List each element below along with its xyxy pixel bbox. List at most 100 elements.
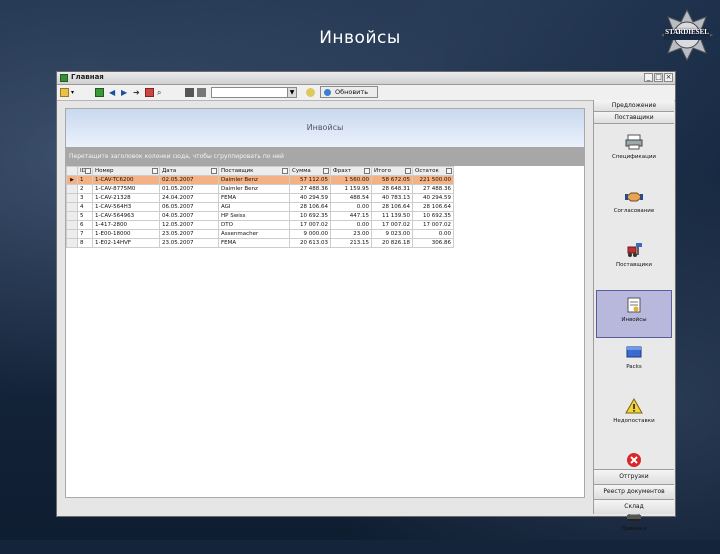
toolbar-combo[interactable]: ▼: [211, 87, 297, 98]
sidebar-item[interactable]: Инвойсы: [596, 290, 672, 338]
sidebar-item-label: Спецификации: [612, 154, 656, 160]
table-cell: 7: [77, 229, 93, 239]
filter-icon[interactable]: [323, 168, 329, 174]
maximize-button[interactable]: □: [654, 73, 663, 82]
invoices-table: ID Номер Дата Поставщик Сумма Фрахт Итого Остат…: [66, 166, 454, 248]
forward-arrow-icon[interactable]: ▶: [121, 88, 130, 97]
filter-icon[interactable]: [364, 168, 370, 174]
table-row[interactable]: 7 1-E00-18000 23.05.2007 Assenmacher 9 000.0…: [66, 229, 454, 239]
refresh-button[interactable]: Обновить: [320, 86, 378, 98]
current-row-indicator-icon[interactable]: ▶: [66, 175, 78, 185]
column-header[interactable]: Дата: [159, 166, 219, 176]
table-header-row: ID Номер Дата Поставщик Сумма Фрахт Итого Остат…: [66, 166, 454, 176]
back-arrow-icon[interactable]: ◀: [109, 88, 118, 97]
warning-icon: [625, 397, 643, 414]
record-icon[interactable]: [145, 88, 154, 97]
column-header[interactable]: Номер: [92, 166, 160, 176]
sidebar-item[interactable]: Согласование: [594, 188, 674, 236]
hint-icon[interactable]: [306, 88, 315, 97]
sidebar-tab-shipments[interactable]: Отгрузки: [594, 469, 674, 484]
table-cell: 5: [77, 211, 93, 221]
sidebar-item-label: Инвойсы: [621, 317, 647, 323]
row-indicator[interactable]: [66, 229, 78, 239]
table-cell: 28 106.64: [412, 202, 454, 212]
table-cell: DTO: [218, 220, 290, 230]
table-row[interactable]: 4 1-CAV-564H3 06.05.2007 AGI 28 106.64 0.00 28…: [66, 202, 454, 212]
table-cell: 24.04.2007: [159, 193, 219, 203]
sidebar-tab-warehouse[interactable]: Склад: [594, 499, 674, 514]
excel-icon[interactable]: [95, 88, 104, 97]
column-header[interactable]: Итого: [371, 166, 413, 176]
window-titlebar: Главная _ □ ×: [57, 72, 675, 85]
row-indicator[interactable]: [66, 202, 78, 212]
search-icon[interactable]: ⌕: [157, 88, 166, 97]
table-cell: 1-417-2800: [92, 220, 160, 230]
table-cell: 20 613.03: [289, 238, 331, 248]
table-row[interactable]: 3 1-CAV-21328 24.04.2007 FEMA 40 294.59 488.5…: [66, 193, 454, 203]
navigation-sidebar: Предложение Поставщики Спецификации Согла…: [593, 100, 674, 532]
toolbar: ▾ ◀ ▶ ➜ ⌕ ▼ Обновить: [57, 85, 675, 101]
table-row[interactable]: ▶ 1 1-CAV-TC6200 02.05.2007 Daimler Benz 57 1…: [66, 175, 454, 185]
table-cell: 3: [77, 193, 93, 203]
invoice-icon: [625, 297, 643, 313]
box-icon: [625, 344, 643, 360]
column-header[interactable]: Поставщик: [218, 166, 290, 176]
nav-arrow-icon[interactable]: ➜: [133, 88, 142, 97]
table-row[interactable]: 6 1-417-2800 12.05.2007 DTO 17 007.02 0.00 17 …: [66, 220, 454, 230]
open-folder-icon[interactable]: [60, 88, 69, 97]
row-indicator-header: [66, 166, 78, 176]
sidebar-item[interactable]: Packs: [594, 344, 674, 392]
table-cell: 40 294.59: [289, 193, 331, 203]
sidebar-tab-suppliers[interactable]: Поставщики: [594, 112, 674, 124]
refresh-icon: [324, 89, 331, 96]
row-indicator[interactable]: [66, 238, 78, 248]
filter-icon[interactable]: [282, 168, 288, 174]
filter-icon[interactable]: [152, 168, 158, 174]
app-window: Главная _ □ × ▾ ◀ ▶ ➜ ⌕ ▼ Обновить Инвой…: [56, 71, 676, 532]
table-cell: HP Swiss: [218, 211, 290, 221]
table-cell: 10 692.35: [289, 211, 331, 221]
chevron-down-icon[interactable]: ▼: [287, 88, 296, 97]
column-header[interactable]: Фрахт: [330, 166, 372, 176]
table-cell: 0.00: [330, 202, 372, 212]
view-icon[interactable]: [185, 88, 194, 97]
table-cell: 0.00: [412, 229, 454, 239]
forklift-icon: [625, 242, 643, 258]
sidebar-item-label: Packs: [626, 364, 642, 370]
printer-icon: [625, 134, 643, 150]
table-cell: 1-CAV-TC6200: [92, 175, 160, 185]
group-by-area[interactable]: Перетащите заголовок колонки сюда, чтобы…: [66, 147, 584, 166]
sidebar-item[interactable]: Поставщики: [594, 242, 674, 290]
filter-icon[interactable]: [211, 168, 217, 174]
dropdown-arrow-icon[interactable]: ▾: [71, 88, 80, 97]
sidebar-item[interactable]: Спецификации: [594, 134, 674, 182]
filter-icon[interactable]: [405, 168, 411, 174]
row-indicator[interactable]: [66, 211, 78, 221]
table-cell: 11 139.50: [371, 211, 413, 221]
document-header: Инвойсы: [66, 109, 584, 147]
table-cell: 27 488.36: [289, 184, 331, 194]
table-row[interactable]: 2 1-CAV-8775M0 01.05.2007 Daimler Benz 27 48…: [66, 184, 454, 194]
filter-icon[interactable]: [85, 168, 91, 174]
filter-icon[interactable]: [446, 168, 452, 174]
table-cell: 1 159.95: [330, 184, 372, 194]
row-indicator[interactable]: [66, 193, 78, 203]
column-header[interactable]: ID: [77, 166, 93, 176]
sidebar-tab-proposal[interactable]: Предложение: [594, 100, 674, 112]
row-indicator[interactable]: [66, 220, 78, 230]
minimize-button[interactable]: _: [644, 73, 653, 82]
close-button[interactable]: ×: [664, 73, 673, 82]
app-icon: [60, 74, 68, 82]
table-cell: 213.15: [330, 238, 372, 248]
table-cell: 1-E00-18000: [92, 229, 160, 239]
sidebar-item[interactable]: Недопоставки: [594, 397, 674, 446]
table-row[interactable]: 5 1-CAV-564963 04.05.2007 HP Swiss 10 692.35…: [66, 211, 454, 221]
layout-icon[interactable]: [197, 88, 206, 97]
table-cell: 57 112.05: [289, 175, 331, 185]
table-row[interactable]: 8 1-E02-14HVF 23.05.2007 FEMA 20 613.03 213.1…: [66, 238, 454, 248]
column-header[interactable]: Сумма: [289, 166, 331, 176]
column-header[interactable]: Остаток: [412, 166, 454, 176]
table-cell: 17 007.02: [371, 220, 413, 230]
row-indicator[interactable]: [66, 184, 78, 194]
sidebar-tab-document-registry[interactable]: Реестр документов: [594, 484, 674, 499]
